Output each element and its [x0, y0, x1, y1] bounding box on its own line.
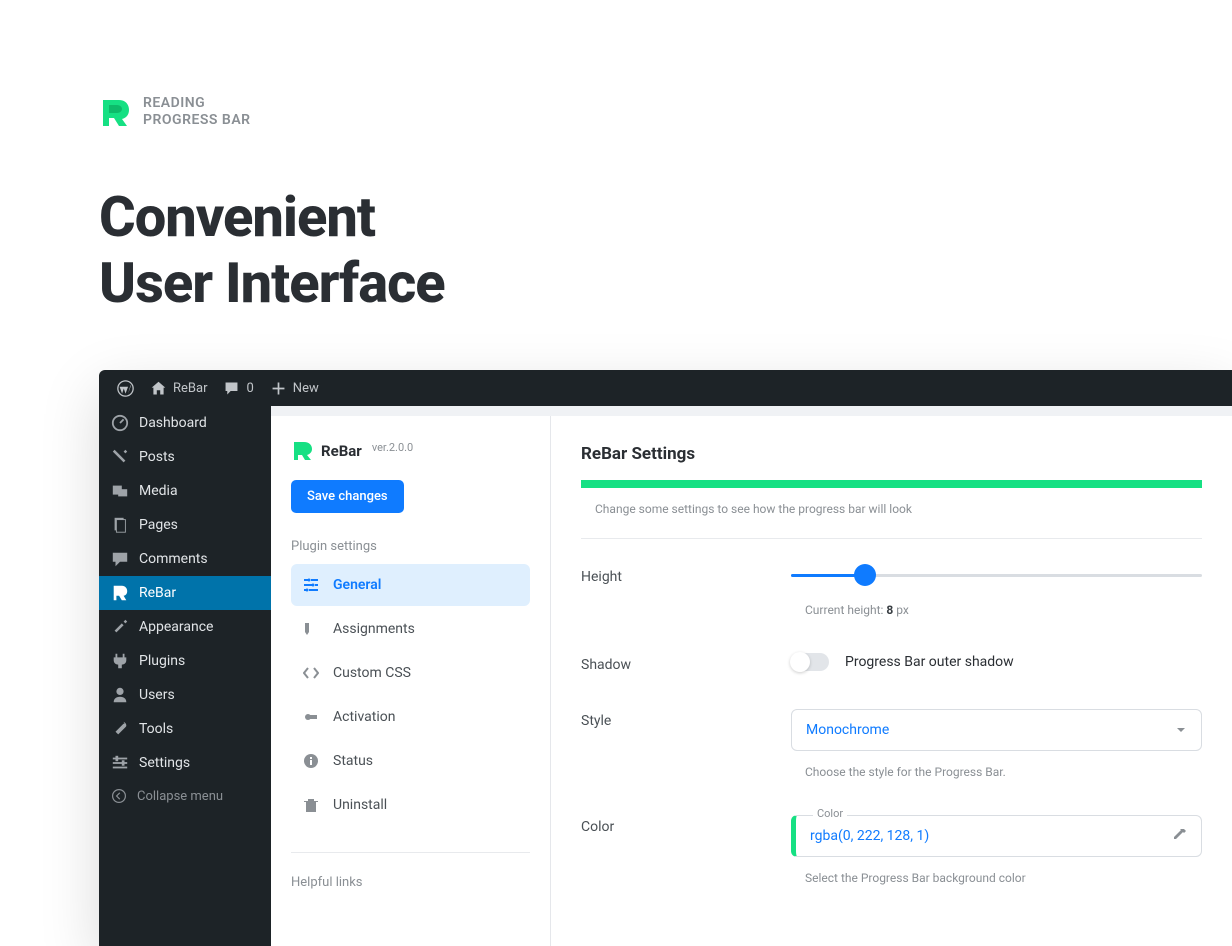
wp-admin-bar: ReBar 0 New	[99, 370, 1232, 406]
color-input[interactable]: rgba(0, 222, 128, 1)	[791, 815, 1202, 857]
preview-help: Change some settings to see how the prog…	[595, 502, 1202, 516]
save-button[interactable]: Save changes	[291, 480, 404, 513]
nav-general[interactable]: General	[291, 564, 530, 606]
plugin-name: ReBar	[321, 442, 362, 460]
eyedropper-icon[interactable]	[1171, 828, 1187, 844]
chevron-down-icon	[1175, 724, 1187, 736]
nav-customcss[interactable]: Custom CSS	[291, 652, 530, 694]
divider	[581, 538, 1202, 539]
color-label: Color	[581, 815, 791, 885]
style-select[interactable]: Monochrome	[791, 709, 1202, 751]
site-link[interactable]: ReBar	[142, 370, 215, 406]
style-label: Style	[581, 709, 791, 779]
new-link[interactable]: New	[262, 370, 327, 406]
sidebar-item-tools[interactable]: Tools	[99, 712, 271, 746]
sidebar-item-plugins[interactable]: Plugins	[99, 644, 271, 678]
plugin-logo-icon	[291, 440, 313, 462]
wordpress-window: ReBar 0 New Dashboard Posts Media Pages …	[99, 370, 1232, 946]
product-brand: READING PROGRESS BAR	[99, 95, 1232, 129]
sidebar-item-rebar[interactable]: ReBar	[99, 576, 271, 610]
shadow-label: Shadow	[581, 653, 791, 673]
page-title: Convenient User Interface	[99, 184, 1232, 316]
plugin-version: ver.2.0.0	[372, 441, 413, 454]
sidebar-item-settings[interactable]: Settings	[99, 746, 271, 780]
section-helpful-links: Helpful links	[291, 852, 530, 890]
brand-line1: READING	[143, 95, 251, 112]
wp-logo-icon[interactable]	[109, 370, 142, 406]
shadow-toggle-label: Progress Bar outer shadow	[845, 654, 1014, 670]
shadow-toggle[interactable]	[791, 653, 829, 671]
comments-link[interactable]: 0	[215, 370, 261, 406]
plugin-sidebar: ReBar ver.2.0.0 Save changes Plugin sett…	[271, 416, 551, 946]
nav-uninstall[interactable]: Uninstall	[291, 784, 530, 826]
sidebar-item-comments[interactable]: Comments	[99, 542, 271, 576]
sidebar-item-appearance[interactable]: Appearance	[99, 610, 271, 644]
color-sub: Select the Progress Bar background color	[805, 871, 1202, 885]
settings-title: ReBar Settings	[581, 444, 1202, 464]
height-slider[interactable]	[791, 565, 1202, 585]
style-sub: Choose the style for the Progress Bar.	[805, 765, 1202, 779]
wp-sidebar: Dashboard Posts Media Pages Comments ReB…	[99, 406, 271, 946]
section-plugin-settings: Plugin settings	[291, 539, 530, 554]
sidebar-item-posts[interactable]: Posts	[99, 440, 271, 474]
nav-activation[interactable]: Activation	[291, 696, 530, 738]
sidebar-item-pages[interactable]: Pages	[99, 508, 271, 542]
progress-bar-preview	[581, 480, 1202, 488]
height-value-text: Current height: 8 px	[805, 603, 1202, 617]
sidebar-item-media[interactable]: Media	[99, 474, 271, 508]
brand-line2: PROGRESS BAR	[143, 112, 251, 129]
sidebar-collapse[interactable]: Collapse menu	[99, 780, 271, 812]
nav-status[interactable]: Status	[291, 740, 530, 782]
height-label: Height	[581, 565, 791, 617]
color-legend: Color	[813, 807, 847, 820]
sidebar-item-users[interactable]: Users	[99, 678, 271, 712]
sidebar-item-dashboard[interactable]: Dashboard	[99, 406, 271, 440]
nav-assignments[interactable]: Assignments	[291, 608, 530, 650]
brand-logo-icon	[99, 96, 131, 128]
plugin-main: ReBar Settings Change some settings to s…	[551, 416, 1232, 946]
plugin-brand: ReBar ver.2.0.0	[291, 440, 530, 462]
